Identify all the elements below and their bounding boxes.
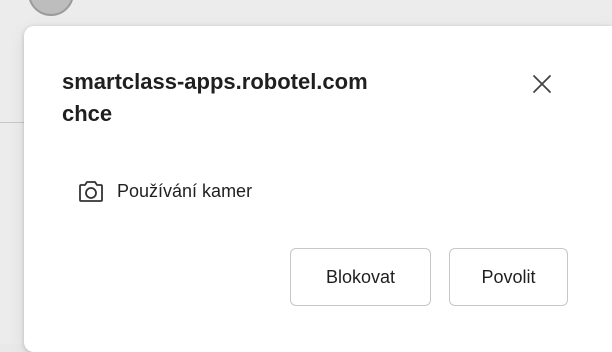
- close-button[interactable]: [528, 70, 556, 98]
- permission-popup: smartclass-apps.robotel.com chce Používá…: [24, 26, 612, 352]
- popup-title: smartclass-apps.robotel.com chce: [62, 66, 502, 130]
- popup-title-origin: smartclass-apps.robotel.com: [62, 69, 368, 94]
- block-button[interactable]: Blokovat: [290, 248, 431, 306]
- permission-label: Používání kamer: [117, 180, 253, 201]
- camera-icon: [78, 178, 104, 204]
- popup-title-verb: chce: [62, 101, 113, 126]
- close-icon: [533, 75, 551, 93]
- allow-button[interactable]: Povolit: [449, 248, 568, 306]
- permission-row-camera: Používání kamer: [78, 177, 252, 205]
